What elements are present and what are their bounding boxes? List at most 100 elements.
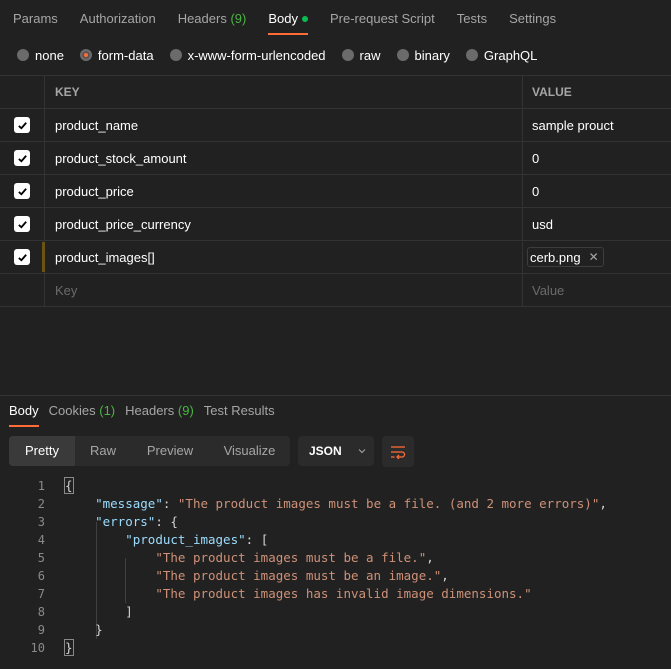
tab-label: Settings <box>509 11 557 26</box>
response-tabs: Body Cookies (1) Headers (9) Test Result… <box>9 397 285 427</box>
tab-label: Headers <box>177 11 227 26</box>
green-dot-icon <box>301 15 308 22</box>
value-column-header: VALUE <box>532 85 572 99</box>
radio-label: raw <box>359 47 381 63</box>
line-number: 10 <box>30 641 45 655</box>
line-number: 1 <box>37 479 45 493</box>
radio-label: GraphQL <box>483 47 538 63</box>
tab-authorization[interactable]: Authorization <box>80 0 156 38</box>
check-cell <box>0 175 45 207</box>
cookies-count: (1) <box>99 403 116 418</box>
json-string: "The product images has invalid image di… <box>155 586 532 601</box>
headers-count: (9) <box>177 403 194 418</box>
radio-x-www-form-urlencoded[interactable]: x-www-form-urlencoded <box>169 48 326 63</box>
tab-body[interactable]: Body <box>268 0 308 38</box>
check-cell <box>0 142 45 174</box>
code-line: 3 "errors": { <box>0 513 671 531</box>
tab-label: Body <box>9 403 39 418</box>
close-icon[interactable]: ✕ <box>589 250 599 264</box>
tab-params[interactable]: Params <box>13 0 58 38</box>
headers-count: (9) <box>230 11 247 26</box>
brace: { <box>64 477 74 494</box>
key-field[interactable]: product_price_currency <box>45 208 523 240</box>
code-line: 1{ <box>0 477 671 495</box>
response-tab-cookies[interactable]: Cookies (1) <box>49 397 115 427</box>
file-name: cerb.png <box>530 249 581 265</box>
check-cell <box>0 241 45 273</box>
code-line: 8 ] <box>0 603 671 621</box>
tab-label: Params <box>13 11 58 26</box>
value-field[interactable]: usd <box>523 208 671 240</box>
view-visualize[interactable]: Visualize <box>209 436 290 466</box>
response-tab-body[interactable]: Body <box>9 397 39 427</box>
key-field[interactable]: product_images[] <box>45 241 523 273</box>
tab-settings[interactable]: Settings <box>509 0 556 38</box>
new-value-input[interactable]: Value <box>523 274 671 306</box>
radio-label: binary <box>414 47 450 63</box>
value-field: cerb.png ✕ <box>523 241 671 273</box>
line-number: 9 <box>37 623 45 637</box>
line-number: 6 <box>37 569 45 583</box>
line-number: 5 <box>37 551 45 565</box>
radio-button[interactable] <box>169 49 182 61</box>
file-chip: cerb.png ✕ <box>527 247 604 267</box>
radio-binary[interactable]: binary <box>396 47 450 63</box>
row-checkbox[interactable] <box>14 216 30 232</box>
table-row: product_price 0 <box>0 175 671 208</box>
code-line: 5 "The product images must be a file.", <box>0 549 671 567</box>
value-field[interactable]: 0 <box>523 175 671 207</box>
response-tab-headers[interactable]: Headers (9) <box>125 397 194 427</box>
table-header: KEY VALUE <box>0 76 671 109</box>
line-number: 8 <box>37 605 45 619</box>
new-key-input[interactable]: Key <box>45 274 523 306</box>
tab-label: Tests <box>456 11 488 26</box>
radio-form-data[interactable]: form-data <box>79 48 154 63</box>
view-pretty[interactable]: Pretty <box>9 436 75 466</box>
tab-headers[interactable]: Headers (9) <box>178 0 247 38</box>
checkmark-icon <box>17 121 27 130</box>
active-row-marker <box>42 242 45 272</box>
radio-button[interactable] <box>465 49 478 61</box>
tab-tests[interactable]: Tests <box>457 0 487 38</box>
json-key: "errors" <box>95 514 156 529</box>
key-field[interactable]: product_stock_amount <box>45 142 523 174</box>
row-checkbox[interactable] <box>14 117 30 133</box>
tab-pre-request-script[interactable]: Pre-request Script <box>330 0 435 38</box>
table-row: product_name sample prouct <box>0 109 671 142</box>
radio-none[interactable]: none <box>17 48 64 63</box>
key-field[interactable]: product_price <box>45 175 523 207</box>
radio-button[interactable] <box>17 49 29 61</box>
radio-button-checked[interactable] <box>79 49 92 61</box>
wrap-lines-button[interactable] <box>382 436 414 467</box>
view-raw[interactable]: Raw <box>75 436 131 466</box>
brace: } <box>64 639 74 656</box>
radio-button[interactable] <box>341 49 354 61</box>
row-checkbox[interactable] <box>14 183 30 199</box>
view-preview[interactable]: Preview <box>131 436 209 466</box>
json-string: "The product images must be a file." <box>155 550 427 565</box>
response-body-code[interactable]: 1{ 2 "message": "The product images must… <box>0 477 671 657</box>
radio-raw[interactable]: raw <box>341 47 381 63</box>
line-number: 2 <box>37 497 45 511</box>
code-line: 2 "message": "The product images must be… <box>0 495 671 513</box>
checkmark-icon <box>17 220 27 229</box>
response-tab-test-results[interactable]: Test Results <box>204 397 275 427</box>
wrap-lines-icon <box>391 445 406 459</box>
row-checkbox[interactable] <box>14 249 30 265</box>
new-table-row: Key Value <box>0 274 671 307</box>
format-dropdown[interactable]: JSON <box>298 436 374 466</box>
code-line: 6 "The product images must be an image."… <box>0 567 671 585</box>
tab-label: Test Results <box>203 403 275 418</box>
code-line: 4 "product_images": [ <box>0 531 671 549</box>
tab-label: Cookies <box>48 403 96 418</box>
table-row: product_price_currency usd <box>0 208 671 241</box>
check-cell <box>0 274 45 306</box>
row-checkbox[interactable] <box>14 150 30 166</box>
radio-button[interactable] <box>396 49 409 61</box>
radio-graphql[interactable]: GraphQL <box>465 47 538 63</box>
tab-label: Pre-request Script <box>329 11 435 26</box>
value-field[interactable]: 0 <box>523 142 671 174</box>
value-field[interactable]: sample prouct <box>523 109 671 141</box>
pane-divider[interactable] <box>0 395 671 396</box>
key-field[interactable]: product_name <box>45 109 523 141</box>
